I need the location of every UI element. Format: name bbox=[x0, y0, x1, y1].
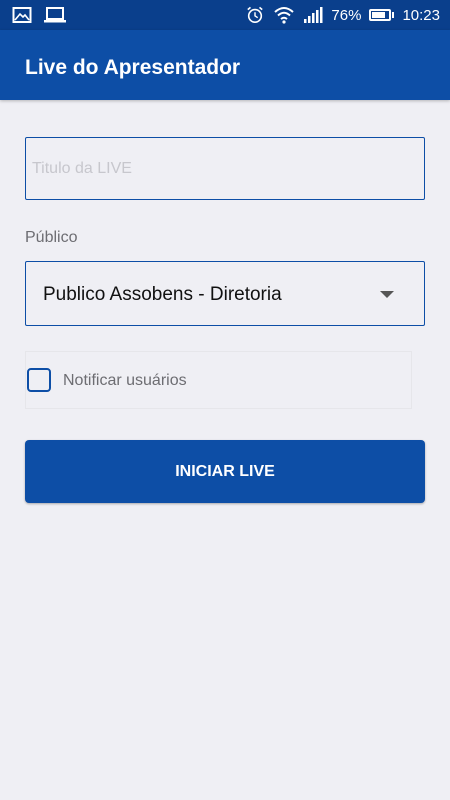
start-live-button[interactable]: INICIAR LIVE bbox=[25, 440, 425, 503]
battery-icon bbox=[369, 9, 395, 21]
status-bar: 76% 10:23 bbox=[0, 0, 450, 30]
alarm-icon bbox=[247, 6, 264, 24]
wifi-icon bbox=[274, 7, 295, 24]
clock: 10:23 bbox=[402, 6, 440, 24]
live-title-input[interactable] bbox=[25, 137, 425, 200]
laptop-icon bbox=[44, 7, 66, 23]
publico-select[interactable]: Publico Assobens - Diretoria bbox=[25, 261, 425, 326]
dropdown-arrow-icon bbox=[380, 291, 394, 298]
signal-icon bbox=[304, 7, 323, 23]
battery-percent: 76% bbox=[331, 6, 362, 24]
publico-selected-value: Publico Assobens - Diretoria bbox=[43, 284, 282, 305]
app-bar: Live do Apresentador bbox=[0, 30, 450, 100]
notify-users-option[interactable]: Notificar usuários bbox=[25, 351, 412, 409]
publico-label: Público bbox=[25, 229, 78, 246]
gallery-icon bbox=[12, 7, 32, 23]
page-title: Live do Apresentador bbox=[25, 56, 241, 79]
notify-users-label: Notificar usuários bbox=[63, 372, 187, 389]
notify-users-checkbox[interactable] bbox=[27, 368, 51, 392]
